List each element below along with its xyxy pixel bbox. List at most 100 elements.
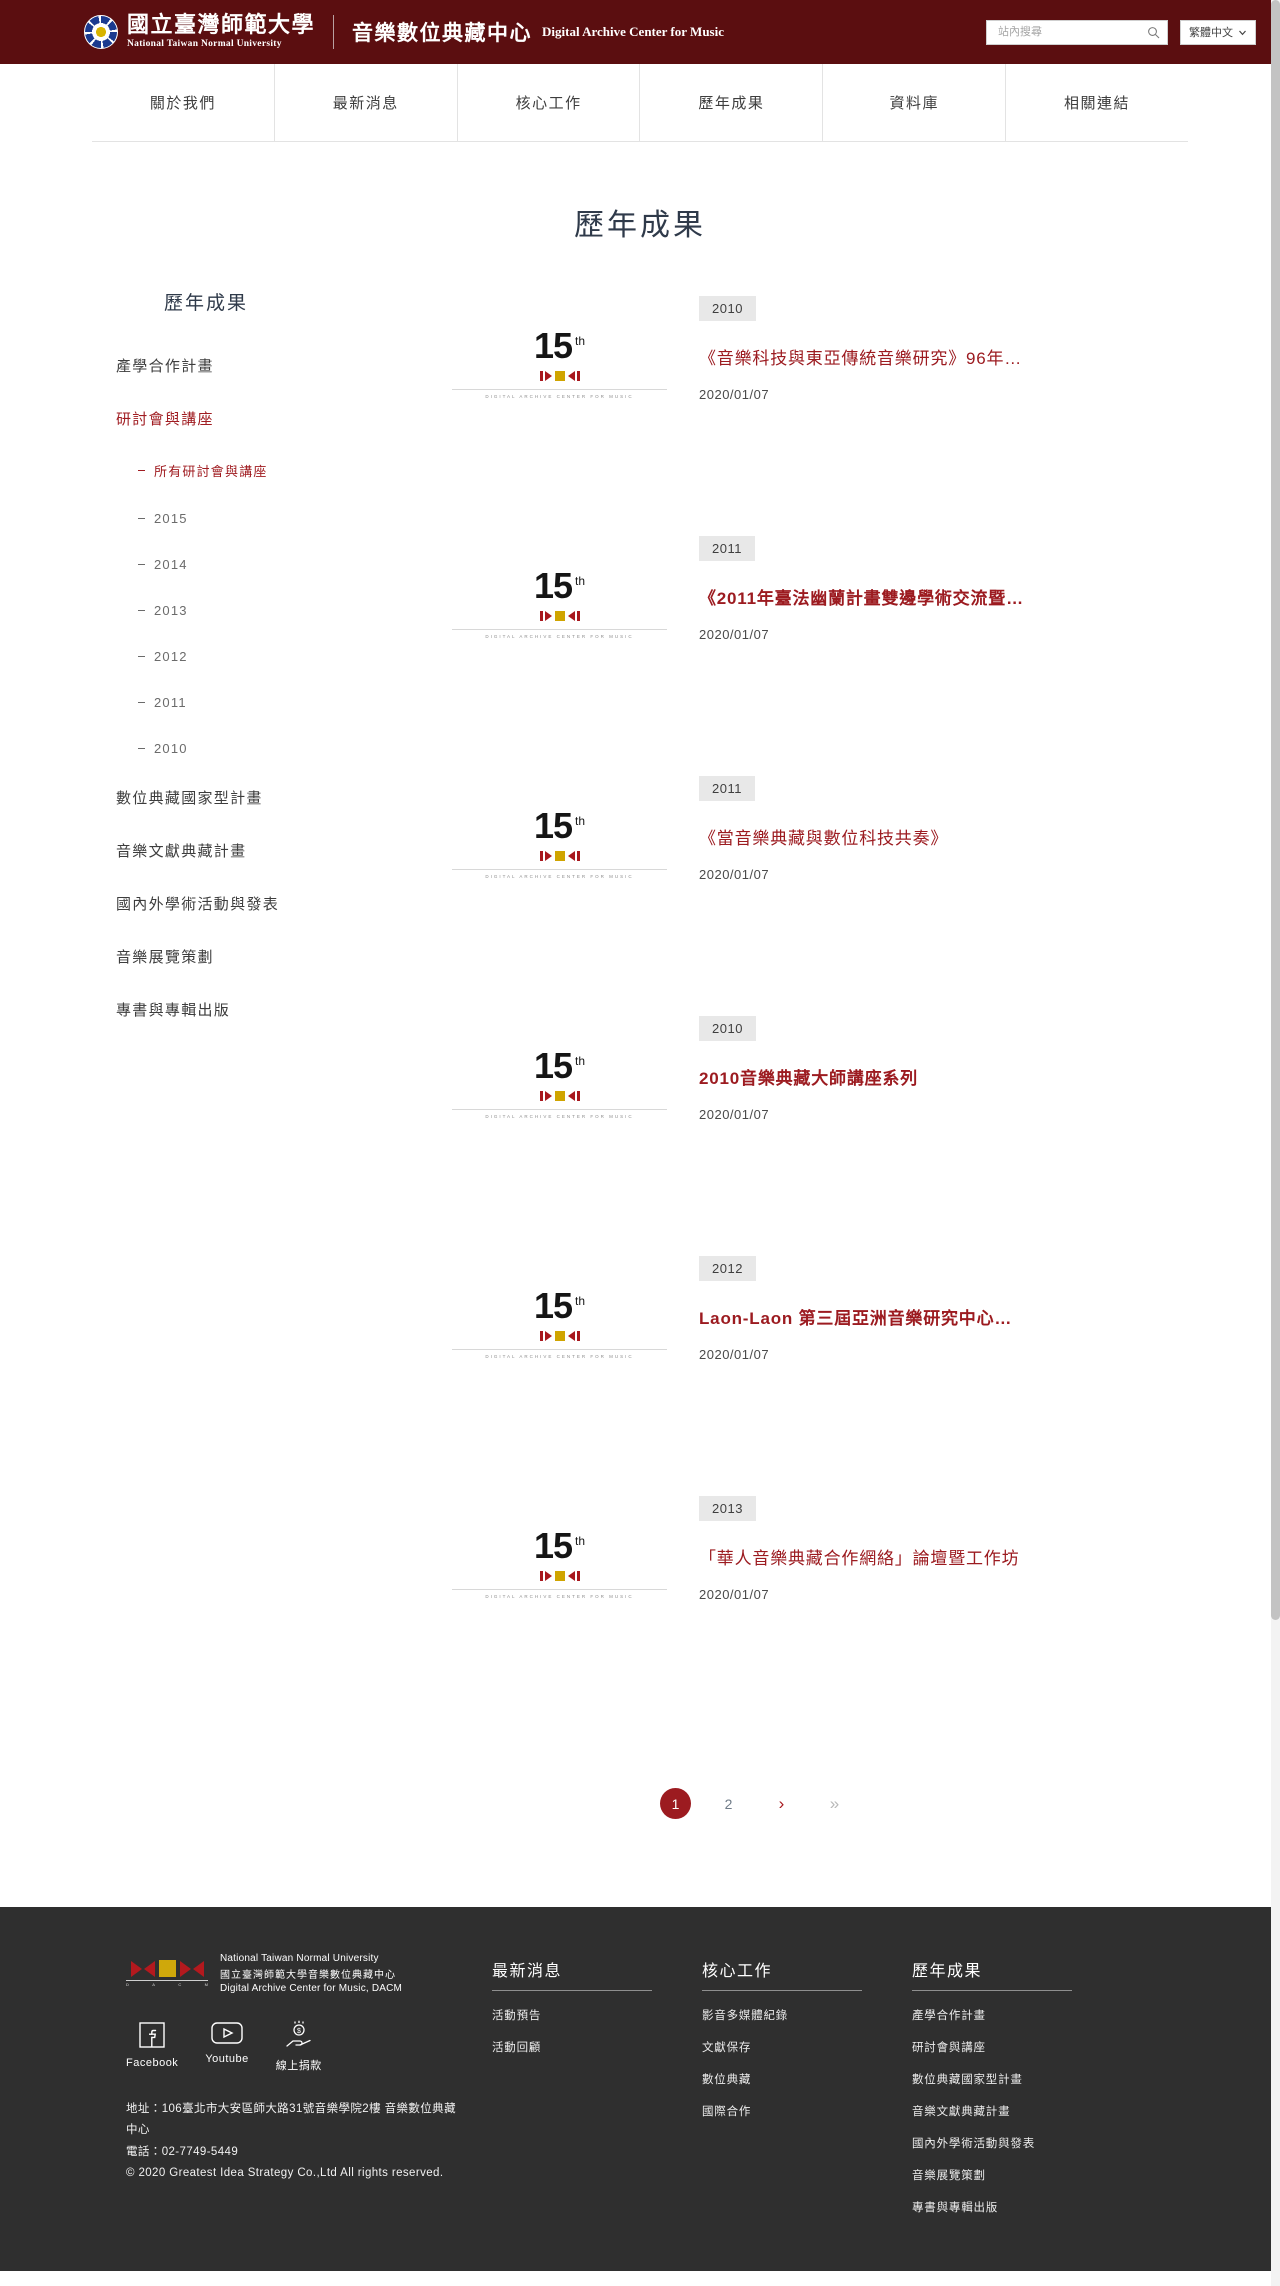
sidebar-item-publications[interactable]: 專書與專輯出版 <box>116 999 442 1020</box>
sidebar-subitem-all-seminars[interactable]: 所有研討會與講座 <box>138 461 442 480</box>
year-badge: 2010 <box>699 1016 756 1041</box>
logo-marks-icon <box>539 850 580 861</box>
footer-column-title: 歷年成果 <box>912 1957 1072 1991</box>
thumb-caption: DIGITAL ARCHIVE CENTER FOR MUSIC <box>452 388 667 399</box>
footer-link-event-review[interactable]: 活動回顧 <box>492 2039 702 2055</box>
item-date: 2020/01/07 <box>699 627 770 643</box>
social-label-youtube: Youtube <box>205 2053 249 2065</box>
sidebar-title: 歷年成果 <box>164 293 249 314</box>
brand-group[interactable]: 國立臺灣師範大學 National Taiwan Normal Universi… <box>84 14 315 50</box>
social-link-donate[interactable]: $ 線上捐款 <box>276 2020 322 2073</box>
logo-marks-icon <box>539 1570 580 1581</box>
pagination-last-icon[interactable]: » <box>819 1788 850 1819</box>
item-body: 2010 2010音樂典藏大師講座系列 2020/01/07 <box>667 1008 1188 1122</box>
sidebar-subitem-2014[interactable]: 2014 <box>138 557 442 572</box>
list-item[interactable]: 15th DIGITAL ARCHIVE CENTER FOR MUSIC 20… <box>452 1488 1188 1728</box>
item-date: 2020/01/07 <box>699 1107 770 1123</box>
footer-link-academic-activities[interactable]: 國內外學術活動與發表 <box>912 2135 1152 2151</box>
item-thumbnail: 15th DIGITAL ARCHIVE CENTER FOR MUSIC <box>452 528 667 648</box>
item-date: 2020/01/07 <box>699 867 770 883</box>
footer-link-event-preview[interactable]: 活動預告 <box>492 2007 702 2023</box>
list-item[interactable]: 15th DIGITAL ARCHIVE CENTER FOR MUSIC 20… <box>452 1248 1188 1488</box>
logo-marks-icon <box>539 1090 580 1101</box>
footer-link-exhibitions[interactable]: 音樂展覽策劃 <box>912 2167 1152 2183</box>
nav-item-about[interactable]: 關於我們 <box>92 64 274 141</box>
university-name-en: National Taiwan Normal University <box>127 39 282 50</box>
item-title-link[interactable]: 《當音樂典藏與數位科技共奏》 <box>699 828 1188 850</box>
footer-logo-line3: Digital Archive Center for Music, DACM <box>220 1983 403 1994</box>
youtube-icon <box>211 2022 243 2044</box>
nav-item-achievements[interactable]: 歷年成果 <box>639 64 822 141</box>
footer-link-digital-archive[interactable]: 數位典藏 <box>702 2071 912 2087</box>
footer-link-international[interactable]: 國際合作 <box>702 2103 912 2119</box>
sidebar-item-national-archive-program[interactable]: 數位典藏國家型計畫 <box>116 787 442 808</box>
thumb-ordinal: th <box>575 1293 586 1308</box>
pagination: 1 2 › » <box>0 1788 1280 1819</box>
footer-link-multimedia[interactable]: 影音多媒體紀錄 <box>702 2007 912 2023</box>
scrollbar-thumb[interactable] <box>1271 0 1280 1620</box>
sidebar-subitem-2011[interactable]: 2011 <box>138 695 442 710</box>
footer-link-national-program[interactable]: 數位典藏國家型計畫 <box>912 2071 1152 2087</box>
footer-address: 地址：106臺北市大安區師大路31號音樂學院2樓 音樂數位典藏中心 <box>126 2103 456 2137</box>
item-title-link[interactable]: 《音樂科技與東亞傳統音樂研究》96年… <box>699 348 1188 370</box>
sidebar-item-exhibitions[interactable]: 音樂展覽策劃 <box>116 946 442 967</box>
chevron-down-icon <box>1239 30 1246 35</box>
donate-icon: $ <box>286 2020 311 2047</box>
sidebar-subitem-2010[interactable]: 2010 <box>138 741 442 756</box>
footer-left: DACM National Taiwan Normal University 國… <box>92 1953 492 2184</box>
logo-marks-icon <box>539 370 580 381</box>
social-link-facebook[interactable]: Facebook <box>126 2020 178 2073</box>
pagination-page-2[interactable]: 2 <box>713 1788 744 1819</box>
sidebar-item-seminars[interactable]: 研討會與講座 <box>116 408 442 429</box>
item-thumbnail: 15th DIGITAL ARCHIVE CENTER FOR MUSIC <box>452 768 667 888</box>
footer-logo-line1: National Taiwan Normal University <box>220 1953 379 1964</box>
sidebar-item-music-literature-archive[interactable]: 音樂文獻典藏計畫 <box>116 840 442 861</box>
social-link-youtube[interactable]: Youtube <box>205 2020 248 2073</box>
thumb-caption: DIGITAL ARCHIVE CENTER FOR MUSIC <box>452 868 667 879</box>
social-links: Facebook Youtube $ 線上捐款 <box>126 2020 492 2073</box>
item-thumbnail: 15th DIGITAL ARCHIVE CENTER FOR MUSIC <box>452 1008 667 1128</box>
facebook-icon <box>139 2022 165 2048</box>
nav-item-news[interactable]: 最新消息 <box>273 64 457 141</box>
footer-link-publications[interactable]: 專書與專輯出版 <box>912 2199 1152 2215</box>
scrollbar-track[interactable] <box>1271 0 1280 2286</box>
list-item[interactable]: 15th DIGITAL ARCHIVE CENTER FOR MUSIC 20… <box>452 768 1188 1008</box>
footer-link-seminars[interactable]: 研討會與講座 <box>912 2039 1152 2055</box>
site-footer: DACM National Taiwan Normal University 國… <box>0 1907 1280 2271</box>
language-selector[interactable]: 繁體中文 <box>1180 19 1256 45</box>
sidebar-item-industry-academia[interactable]: 產學合作計畫 <box>116 355 442 376</box>
nav-item-links[interactable]: 相關連結 <box>1005 64 1188 141</box>
results-list: 15th DIGITAL ARCHIVE CENTER FOR MUSIC 20… <box>442 288 1188 1728</box>
main-navigation-list: 關於我們 最新消息 核心工作 歷年成果 資料庫 相關連結 <box>92 64 1188 141</box>
sidebar-subitem-2012[interactable]: 2012 <box>138 649 442 664</box>
sidebar-item-academic-activities[interactable]: 國內外學術活動與發表 <box>116 893 442 914</box>
footer-link-industry-academia[interactable]: 產學合作計畫 <box>912 2007 1152 2023</box>
footer-link-music-literature[interactable]: 音樂文獻典藏計畫 <box>912 2103 1152 2119</box>
page-title: 歷年成果 <box>574 209 706 242</box>
pagination-page-1[interactable]: 1 <box>660 1788 691 1819</box>
footer-link-preservation[interactable]: 文獻保存 <box>702 2039 912 2055</box>
thumb-number: 15 <box>533 1284 573 1326</box>
site-title-en: Digital Archive Center for Music <box>542 24 724 39</box>
sidebar: 歷年成果 產學合作計畫 研討會與講座 所有研討會與講座 2015 2014 20… <box>92 288 442 1052</box>
sidebar-subitem-2015[interactable]: 2015 <box>138 511 442 526</box>
item-title-link[interactable]: Laon-Laon 第三屆亞洲音樂研究中心… <box>699 1308 1188 1330</box>
main-navigation: 關於我們 最新消息 核心工作 歷年成果 資料庫 相關連結 <box>0 64 1280 141</box>
anniversary-logo-icon: 15th <box>534 1527 585 1564</box>
sidebar-subitem-2013[interactable]: 2013 <box>138 603 442 618</box>
thumb-caption: DIGITAL ARCHIVE CENTER FOR MUSIC <box>452 628 667 639</box>
item-title-link[interactable]: 「華人音樂典藏合作網絡」論壇暨工作坊 <box>699 1548 1188 1570</box>
item-title-link[interactable]: 2010音樂典藏大師講座系列 <box>699 1068 1188 1090</box>
footer-column-title: 最新消息 <box>492 1957 652 1991</box>
nav-item-core-work[interactable]: 核心工作 <box>456 64 640 141</box>
search-input[interactable] <box>996 25 1147 39</box>
pagination-next-icon[interactable]: › <box>766 1788 797 1819</box>
nav-item-database[interactable]: 資料庫 <box>822 64 1005 141</box>
search-box[interactable] <box>986 19 1168 45</box>
list-item[interactable]: 15th DIGITAL ARCHIVE CENTER FOR MUSIC 20… <box>452 528 1188 768</box>
item-title-link[interactable]: 《2011年臺法幽蘭計畫雙邊學術交流暨… <box>699 588 1188 610</box>
list-item[interactable]: 15th DIGITAL ARCHIVE CENTER FOR MUSIC 20… <box>452 1008 1188 1248</box>
list-item[interactable]: 15th DIGITAL ARCHIVE CENTER FOR MUSIC 20… <box>452 288 1188 528</box>
item-date: 2020/01/07 <box>699 1347 770 1363</box>
search-icon[interactable] <box>1147 26 1160 39</box>
